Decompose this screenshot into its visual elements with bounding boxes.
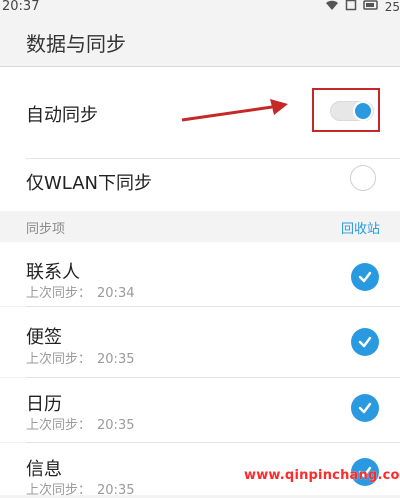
last-sync-time: 20:35 (97, 483, 135, 498)
sync-items-title: 同步项 (26, 222, 66, 237)
battery-level: 25 (384, 0, 400, 14)
sync-item-name: 日历 (26, 394, 62, 415)
sync-items-section-header: 同步项 回收站 (0, 212, 400, 242)
last-sync-label: 上次同步： (26, 418, 92, 433)
checkmark-icon (358, 336, 372, 348)
sync-item-contacts[interactable]: 联系人 上次同步： 20:34 (0, 242, 400, 306)
last-sync-time: 20:35 (97, 352, 135, 367)
watermark: www.qinpinchang.com (244, 468, 400, 483)
sync-item-last-sync: 上次同步： 20:35 (26, 348, 134, 367)
wlan-only-radio[interactable] (350, 165, 376, 191)
sync-item-name: 信息 (26, 459, 62, 480)
checkmark-icon (358, 402, 372, 414)
wlan-only-label: 仅WLAN下同步 (26, 173, 153, 194)
sync-item-checkbox-contacts[interactable] (351, 263, 379, 291)
red-arrow-icon (181, 99, 288, 122)
sync-item-name: 联系人 (26, 262, 80, 283)
sync-item-name: 便签 (26, 327, 62, 348)
sync-item-last-sync: 上次同步： 20:34 (26, 282, 134, 301)
last-sync-time: 20:34 (97, 286, 135, 301)
sync-item-calendar[interactable]: 日历 上次同步： 20:35 (0, 378, 400, 442)
wlan-only-row[interactable]: 仅WLAN下同步 (0, 159, 400, 211)
checkmark-icon (358, 271, 372, 283)
sync-item-last-sync: 上次同步： 20:35 (26, 479, 134, 498)
toggle-knob (355, 103, 371, 119)
wifi-icon (325, 0, 339, 15)
sim-icon (345, 0, 357, 15)
status-time: 20:37 (2, 0, 40, 14)
sync-item-checkbox-notes[interactable] (351, 328, 379, 356)
page-header: 数据与同步 (0, 16, 400, 67)
page-title: 数据与同步 (26, 32, 126, 56)
auto-sync-label: 自动同步 (26, 105, 98, 126)
auto-sync-toggle[interactable] (330, 101, 374, 121)
sync-item-notes[interactable]: 便签 上次同步： 20:35 (0, 307, 400, 377)
last-sync-time: 20:35 (97, 418, 135, 433)
recycle-bin-link[interactable]: 回收站 (341, 218, 380, 237)
last-sync-label: 上次同步： (26, 286, 92, 301)
status-bar: 20:37 25 (0, 0, 400, 16)
last-sync-label: 上次同步： (26, 483, 92, 498)
battery-icon (362, 0, 379, 15)
status-icons: 25 (325, 0, 400, 15)
last-sync-label: 上次同步： (26, 352, 92, 367)
sync-item-checkbox-calendar[interactable] (351, 394, 379, 422)
sync-item-last-sync: 上次同步： 20:35 (26, 414, 134, 433)
